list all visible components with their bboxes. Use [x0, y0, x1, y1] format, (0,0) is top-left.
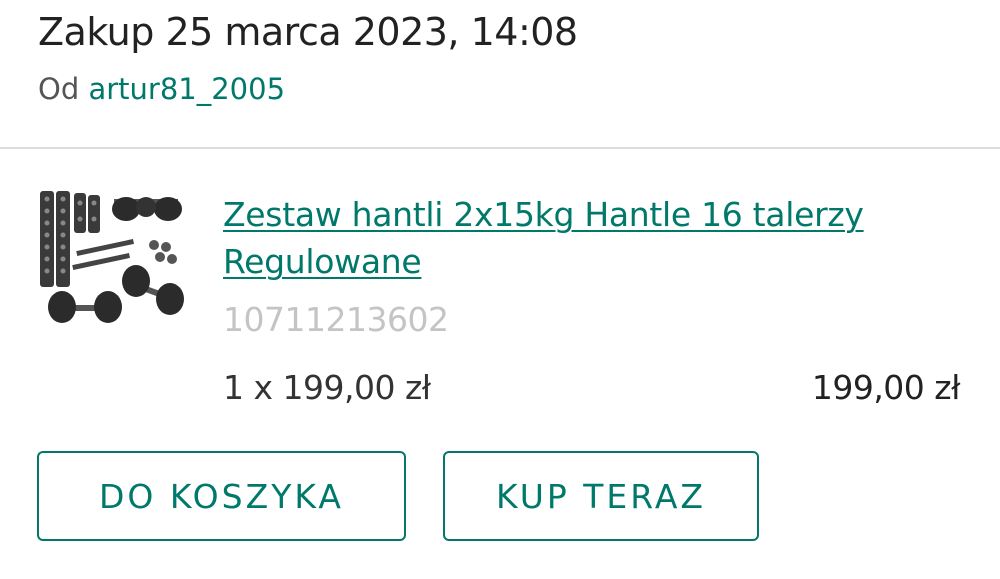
- section-divider: [0, 147, 1000, 149]
- purchase-title: Zakup 25 marca 2023, 14:08: [38, 10, 578, 54]
- seller-prefix: Od: [38, 72, 80, 106]
- offer-id: 10711213602: [223, 300, 449, 339]
- add-to-cart-button[interactable]: DO KOSZYKA: [37, 451, 406, 541]
- product-title-link[interactable]: Zestaw hantli 2x15kg Hantle 16 talerzy R…: [223, 191, 923, 285]
- purchase-details-screen: Zakup 25 marca 2023, 14:08 Od artur81_20…: [0, 0, 1000, 579]
- product-thumbnail[interactable]: [36, 185, 188, 337]
- quantity-price: 1 x 199,00 zł: [223, 368, 431, 407]
- buy-now-button[interactable]: KUP TERAZ: [443, 451, 759, 541]
- seller-name-link[interactable]: artur81_2005: [88, 72, 285, 106]
- seller-line: Od artur81_2005: [38, 72, 285, 106]
- total-price: 199,00 zł: [811, 368, 961, 407]
- dumbbell-set-image: [40, 191, 184, 323]
